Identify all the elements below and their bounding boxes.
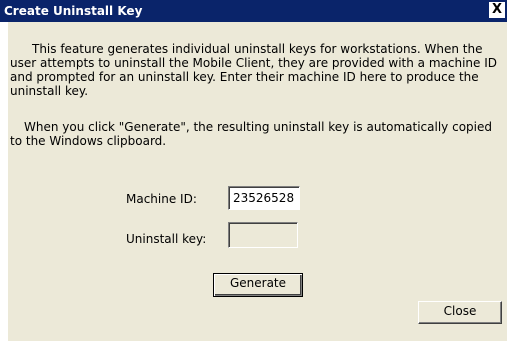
title-bar[interactable]: Create Uninstall Key X bbox=[0, 0, 507, 22]
dialog-title: Create Uninstall Key bbox=[4, 4, 143, 18]
description-text: This feature generates individual uninst… bbox=[10, 42, 498, 98]
machine-id-label: Machine ID: bbox=[126, 192, 197, 206]
close-button[interactable]: Close bbox=[418, 301, 502, 324]
uninstall-key-field bbox=[228, 222, 298, 248]
close-icon[interactable]: X bbox=[489, 2, 505, 18]
uninstall-key-label: Uninstall key: bbox=[126, 232, 207, 246]
dialog-body: This feature generates individual uninst… bbox=[8, 22, 507, 341]
clipboard-note-text: When you click "Generate", the resulting… bbox=[10, 120, 492, 148]
machine-id-input[interactable]: 23526528 bbox=[228, 186, 300, 210]
generate-button[interactable]: Generate bbox=[213, 273, 303, 297]
create-uninstall-key-dialog: Create Uninstall Key X This feature gene… bbox=[0, 0, 507, 341]
